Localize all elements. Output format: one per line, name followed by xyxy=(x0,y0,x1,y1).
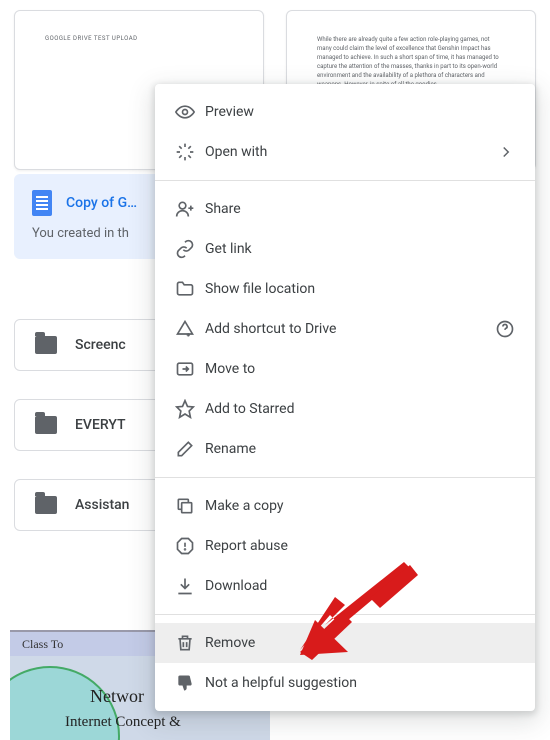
menu-get-link[interactable]: Get link xyxy=(155,229,535,269)
folder-icon xyxy=(35,416,57,434)
thumbnail-2-text: While there are already quite a few acti… xyxy=(317,35,505,89)
move-to-icon xyxy=(175,359,205,379)
folder-label: Assistan xyxy=(75,497,129,513)
context-menu: Preview Open with Share Get link Show fi… xyxy=(155,84,535,711)
menu-label: Add shortcut to Drive xyxy=(205,321,495,337)
eye-icon xyxy=(175,102,205,122)
selected-file-title: Copy of G… xyxy=(66,195,137,211)
menu-label: Get link xyxy=(205,241,515,257)
menu-separator xyxy=(155,614,535,615)
menu-preview[interactable]: Preview xyxy=(155,92,535,132)
report-icon xyxy=(175,536,205,556)
menu-download[interactable]: Download xyxy=(155,566,535,606)
menu-label: Make a copy xyxy=(205,498,515,514)
menu-not-helpful[interactable]: Not a helpful suggestion xyxy=(155,663,535,703)
menu-label: Download xyxy=(205,578,515,594)
help-icon[interactable] xyxy=(495,319,515,339)
menu-remove[interactable]: Remove xyxy=(155,623,535,663)
folder-icon xyxy=(35,496,57,514)
person-add-icon xyxy=(175,199,205,219)
folder-outline-icon xyxy=(175,279,205,299)
menu-make-copy[interactable]: Make a copy xyxy=(155,486,535,526)
menu-label: Move to xyxy=(205,361,515,377)
menu-label: Report abuse xyxy=(205,538,515,554)
menu-share[interactable]: Share xyxy=(155,189,535,229)
open-with-icon xyxy=(175,142,205,162)
preview-title: Networ xyxy=(90,686,144,707)
menu-label: Rename xyxy=(205,441,515,457)
menu-label: Not a helpful suggestion xyxy=(205,675,515,691)
menu-label: Preview xyxy=(205,104,515,120)
menu-open-with[interactable]: Open with xyxy=(155,132,535,172)
preview-subtitle: Internet Concept & xyxy=(65,714,181,731)
drive-shortcut-icon xyxy=(175,319,205,339)
menu-label: Add to Starred xyxy=(205,401,515,417)
thumbs-down-icon xyxy=(175,673,205,693)
menu-label: Remove xyxy=(205,635,515,651)
link-icon xyxy=(175,239,205,259)
menu-separator xyxy=(155,180,535,181)
pencil-icon xyxy=(175,439,205,459)
thumbnail-1-title: GOOGLE DRIVE TEST UPLOAD xyxy=(45,35,233,42)
folder-label: Screenc xyxy=(75,337,126,353)
folder-label: EVERYT xyxy=(75,417,126,433)
menu-rename[interactable]: Rename xyxy=(155,429,535,469)
google-doc-icon xyxy=(32,190,52,216)
menu-report-abuse[interactable]: Report abuse xyxy=(155,526,535,566)
menu-show-location[interactable]: Show file location xyxy=(155,269,535,309)
menu-add-starred[interactable]: Add to Starred xyxy=(155,389,535,429)
download-icon xyxy=(175,576,205,596)
menu-label: Open with xyxy=(205,144,497,160)
menu-label: Share xyxy=(205,201,515,217)
folder-icon xyxy=(35,336,57,354)
menu-label: Show file location xyxy=(205,281,515,297)
copy-icon xyxy=(175,496,205,516)
menu-separator xyxy=(155,477,535,478)
menu-move-to[interactable]: Move to xyxy=(155,349,535,389)
menu-add-shortcut[interactable]: Add shortcut to Drive xyxy=(155,309,535,349)
star-icon xyxy=(175,399,205,419)
trash-icon xyxy=(175,633,205,653)
chevron-right-icon xyxy=(497,143,515,161)
